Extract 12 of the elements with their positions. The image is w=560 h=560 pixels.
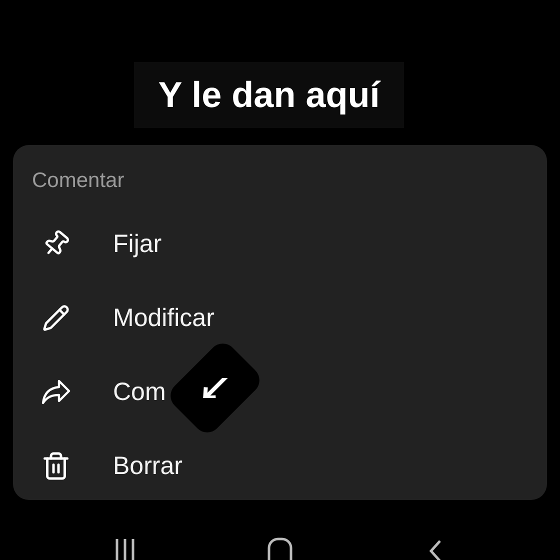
trash-icon: [41, 451, 71, 481]
recents-icon: [114, 537, 136, 560]
caption-text: Y le dan aquí: [134, 62, 404, 128]
menu-item[interactable]: Com: [113, 378, 166, 406]
menu-item[interactable]: Fijar: [113, 230, 162, 258]
pencil-icon: [42, 304, 70, 332]
menu-item[interactable]: Modificar: [113, 304, 214, 332]
share-arrow-icon: [41, 379, 71, 405]
menu-item[interactable]: Borrar: [113, 452, 182, 480]
sheet-title: Comentar: [32, 168, 124, 194]
nav-button[interactable]: [267, 537, 293, 560]
home-icon: [267, 537, 293, 560]
